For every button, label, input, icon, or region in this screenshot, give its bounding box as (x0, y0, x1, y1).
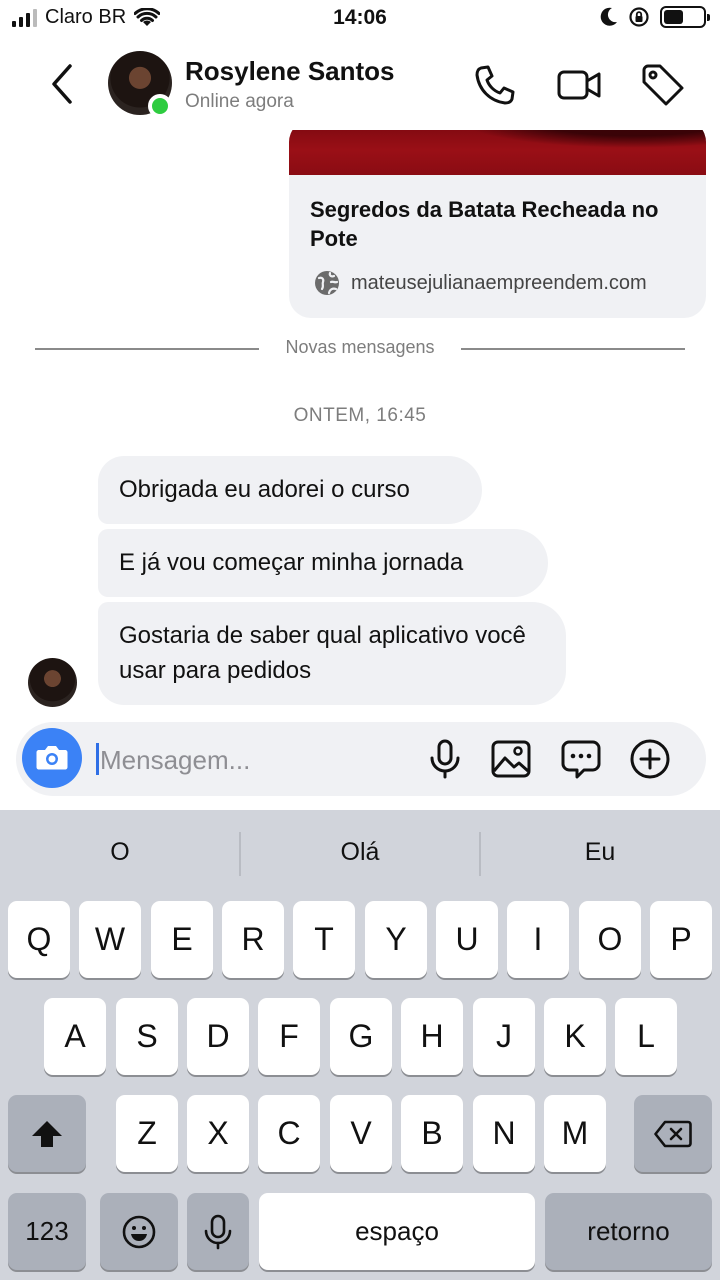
link-preview-image (289, 130, 706, 175)
shift-key[interactable] (8, 1095, 86, 1172)
suggestion-item[interactable]: Olá (240, 838, 480, 867)
chat-header: Rosylene Santos Online agora (0, 38, 720, 130)
emoji-icon (122, 1215, 156, 1248)
status-right (600, 6, 710, 28)
key-f[interactable]: F (258, 998, 320, 1075)
key-o[interactable]: O (579, 901, 641, 978)
key-w[interactable]: W (79, 901, 141, 978)
plus-icon[interactable] (629, 738, 671, 780)
key-y[interactable]: Y (365, 901, 427, 978)
message-input[interactable] (100, 742, 400, 778)
message-icon[interactable] (560, 738, 602, 780)
image-icon[interactable] (490, 738, 532, 780)
message-bubble[interactable]: E já vou começar minha jornada (98, 529, 548, 597)
dictation-key[interactable] (187, 1193, 249, 1270)
backspace-key[interactable] (634, 1095, 712, 1172)
key-l[interactable]: L (615, 998, 677, 1075)
camera-icon (36, 746, 68, 770)
key-g[interactable]: G (330, 998, 392, 1075)
tag-icon[interactable] (640, 62, 686, 108)
emoji-key[interactable] (100, 1193, 178, 1270)
key-j[interactable]: J (473, 998, 535, 1075)
message-composer (16, 722, 706, 796)
key-t[interactable]: T (293, 901, 355, 978)
moon-icon (600, 7, 617, 26)
contact-status: Online agora (185, 91, 294, 112)
space-key[interactable]: espaço (259, 1193, 535, 1270)
key-z[interactable]: Z (116, 1095, 178, 1172)
link-preview-title: Segredos da Batata Recheada no Pote (310, 197, 659, 251)
message-timestamp: ONTEM, 16:45 (293, 405, 427, 426)
key-c[interactable]: C (258, 1095, 320, 1172)
key-v[interactable]: V (330, 1095, 392, 1172)
key-a[interactable]: A (44, 998, 106, 1075)
key-m[interactable]: M (544, 1095, 606, 1172)
shift-icon (32, 1120, 62, 1147)
camera-button[interactable] (22, 728, 82, 788)
key-b[interactable]: B (401, 1095, 463, 1172)
message-bubble[interactable]: Gostaria de saber qual aplicativo você u… (98, 602, 566, 705)
link-preview-domain: mateusejulianaempreendem.com (351, 272, 647, 294)
text-cursor (96, 743, 99, 775)
back-icon[interactable] (44, 62, 84, 106)
key-r[interactable]: R (222, 901, 284, 978)
suggestion-item[interactable]: Eu (480, 838, 720, 867)
keyboard: O Olá Eu Q W E R T Y U I O P A S D F G H… (0, 810, 720, 1280)
online-indicator (148, 94, 172, 118)
sender-avatar[interactable] (28, 658, 77, 707)
message-bubble[interactable]: Obrigada eu adorei o curso (98, 456, 482, 524)
key-n[interactable]: N (473, 1095, 535, 1172)
chat-area[interactable]: Segredos da Batata Recheada no Pote mate… (0, 130, 720, 720)
battery-icon (660, 6, 710, 28)
return-key[interactable]: retorno (545, 1193, 712, 1270)
suggestion-item[interactable]: O (0, 838, 240, 867)
key-x[interactable]: X (187, 1095, 249, 1172)
suggestion-bar: O Olá Eu (0, 810, 720, 898)
key-s[interactable]: S (116, 998, 178, 1075)
key-u[interactable]: U (436, 901, 498, 978)
key-h[interactable]: H (401, 998, 463, 1075)
contact-name[interactable]: Rosylene Santos (185, 56, 395, 87)
dictation-icon (204, 1214, 232, 1249)
globe-icon (315, 271, 339, 295)
video-icon[interactable] (556, 62, 602, 108)
key-i[interactable]: I (507, 901, 569, 978)
status-bar: Claro BR 14:06 (0, 0, 720, 38)
key-d[interactable]: D (187, 998, 249, 1075)
link-preview-card[interactable]: Segredos da Batata Recheada no Pote mate… (289, 130, 706, 318)
phone-icon[interactable] (472, 62, 518, 108)
key-p[interactable]: P (650, 901, 712, 978)
key-k[interactable]: K (544, 998, 606, 1075)
rotation-lock-icon (629, 7, 649, 27)
microphone-icon[interactable] (424, 738, 466, 780)
key-q[interactable]: Q (8, 901, 70, 978)
backspace-icon (654, 1120, 692, 1147)
new-messages-label: Novas mensagens (285, 337, 435, 357)
key-e[interactable]: E (151, 901, 213, 978)
numbers-key[interactable]: 123 (8, 1193, 86, 1270)
